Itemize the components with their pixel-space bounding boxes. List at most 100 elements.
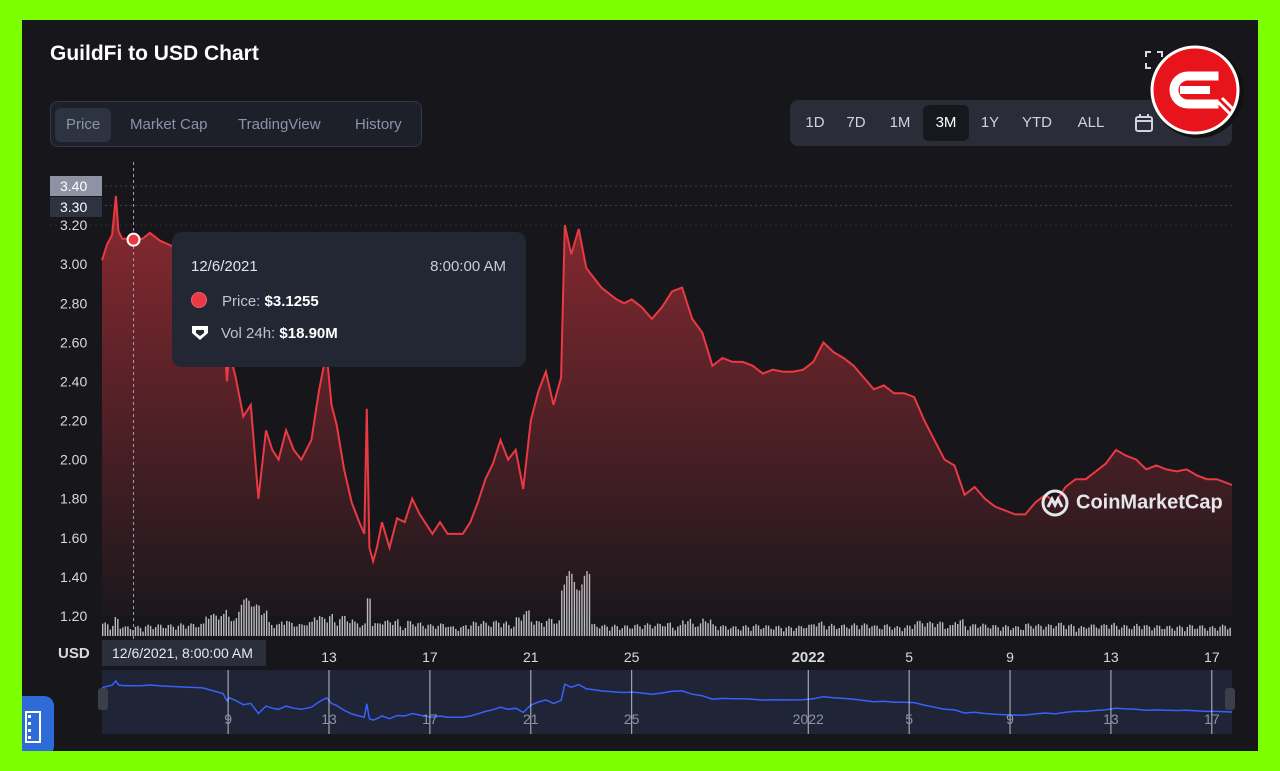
volume-bar [326,622,328,636]
volume-bar [926,622,929,636]
navigator-tick-label: 9 [1006,711,1014,727]
volume-bar [765,625,767,636]
volume-bar [651,628,654,636]
volume-bar [197,627,200,636]
y-tick-label: 1.60 [60,530,87,546]
volume-bar [1181,627,1183,636]
volume-bar [674,630,676,636]
volume-bar [830,623,833,636]
volume-bar [848,628,851,636]
volume-bar [445,627,447,636]
volume-bar [800,626,803,636]
volume-bar [641,628,644,636]
volume-bar [906,625,909,636]
volume-bar [508,624,510,636]
volume-bar [1002,626,1004,636]
volume-bar [316,619,318,636]
volume-bar [503,623,505,636]
tooltip-date: 12/6/2021 [191,258,258,275]
volume-bar [644,625,646,636]
volume-bar [419,622,422,636]
volume-bar [982,623,984,636]
volume-bar [376,623,379,636]
volume-bar [1110,624,1113,636]
volume-bar [1068,625,1070,636]
volume-bar [616,626,618,636]
volume-bar [518,617,520,636]
volume-bar [924,626,926,636]
chart-grid [50,185,1232,226]
volume-bar [152,629,154,636]
volume-bar [1191,625,1194,636]
volume-bar [841,625,843,636]
volume-bar [144,626,147,636]
volume-bar [205,616,207,636]
volume-bar [460,627,462,636]
volume-bar [752,626,755,636]
volume-bar [904,627,906,636]
volume-bar [424,628,427,636]
volume-bar [772,629,775,636]
volume-bar [124,626,127,636]
volume-bar [308,622,311,636]
range-navigator[interactable]: 9 13 17 21 25 2022 5 9 13 17 [101,670,1233,734]
volume-bar [477,625,480,636]
volume-bar [485,622,487,636]
volume-bar [1070,624,1072,636]
volume-bar [374,623,376,636]
volume-bar [134,626,137,636]
volume-bar [1221,624,1224,636]
volume-bar [714,626,717,636]
volume-bar [687,621,689,636]
volume-bar [147,624,149,636]
volume-bar [339,619,341,636]
y-axis: 1.20 1.40 1.60 1.80 2.00 2.20 2.40 2.60 2.80 3.00… [60,217,87,624]
volume-bar [1156,625,1158,636]
volume-bar [455,628,457,636]
coinmarketcap-watermark: CoinMarketCap [1040,488,1223,520]
volume-bar [810,624,813,636]
x-tick-label: 17 [422,649,438,665]
volume-bar [1093,624,1095,636]
volume-bar [1163,628,1166,636]
volume-bar [1168,625,1171,636]
volume-bar [434,628,437,636]
volume-bar [397,619,399,636]
volume-bar [505,621,507,636]
volume-bar [1037,624,1040,636]
volume-bar [344,615,346,636]
volume-bar [129,629,132,636]
volume-bar [540,622,543,636]
volume-bar [777,625,780,636]
volume-bar [543,626,545,636]
volume-bar [730,628,732,636]
cursor-date-label: 12/6/2021, 8:00:00 AM [102,640,266,666]
volume-bar [1151,630,1153,636]
volume-bar [631,628,634,636]
volume-bar [167,624,169,636]
volume-bar [1209,627,1211,636]
volume-bar [692,623,694,636]
volume-bar [868,628,871,636]
volume-bar [1184,631,1186,636]
film-strip-icon[interactable] [22,696,54,751]
volume-bar [611,626,613,636]
navigator-tick-label: 2022 [793,711,824,727]
navigator-left-handle[interactable] [98,688,108,710]
volume-bar [127,626,129,636]
y-tick-label: 3.20 [60,217,87,233]
y-tick-label: 1.80 [60,491,87,507]
volume-bar [139,627,142,636]
volume-bar [361,625,364,636]
volume-bar [1126,625,1128,636]
volume-bar [929,621,931,636]
volume-bar [1060,622,1062,636]
volume-bar [1148,626,1151,636]
volume-bar [949,625,951,636]
volume-bar [165,628,167,636]
volume-bar [490,626,492,636]
navigator-tick-label: 17 [1204,711,1220,727]
navigator-right-handle[interactable] [1225,688,1235,710]
volume-bar [795,628,798,636]
volume-bar [896,626,898,636]
